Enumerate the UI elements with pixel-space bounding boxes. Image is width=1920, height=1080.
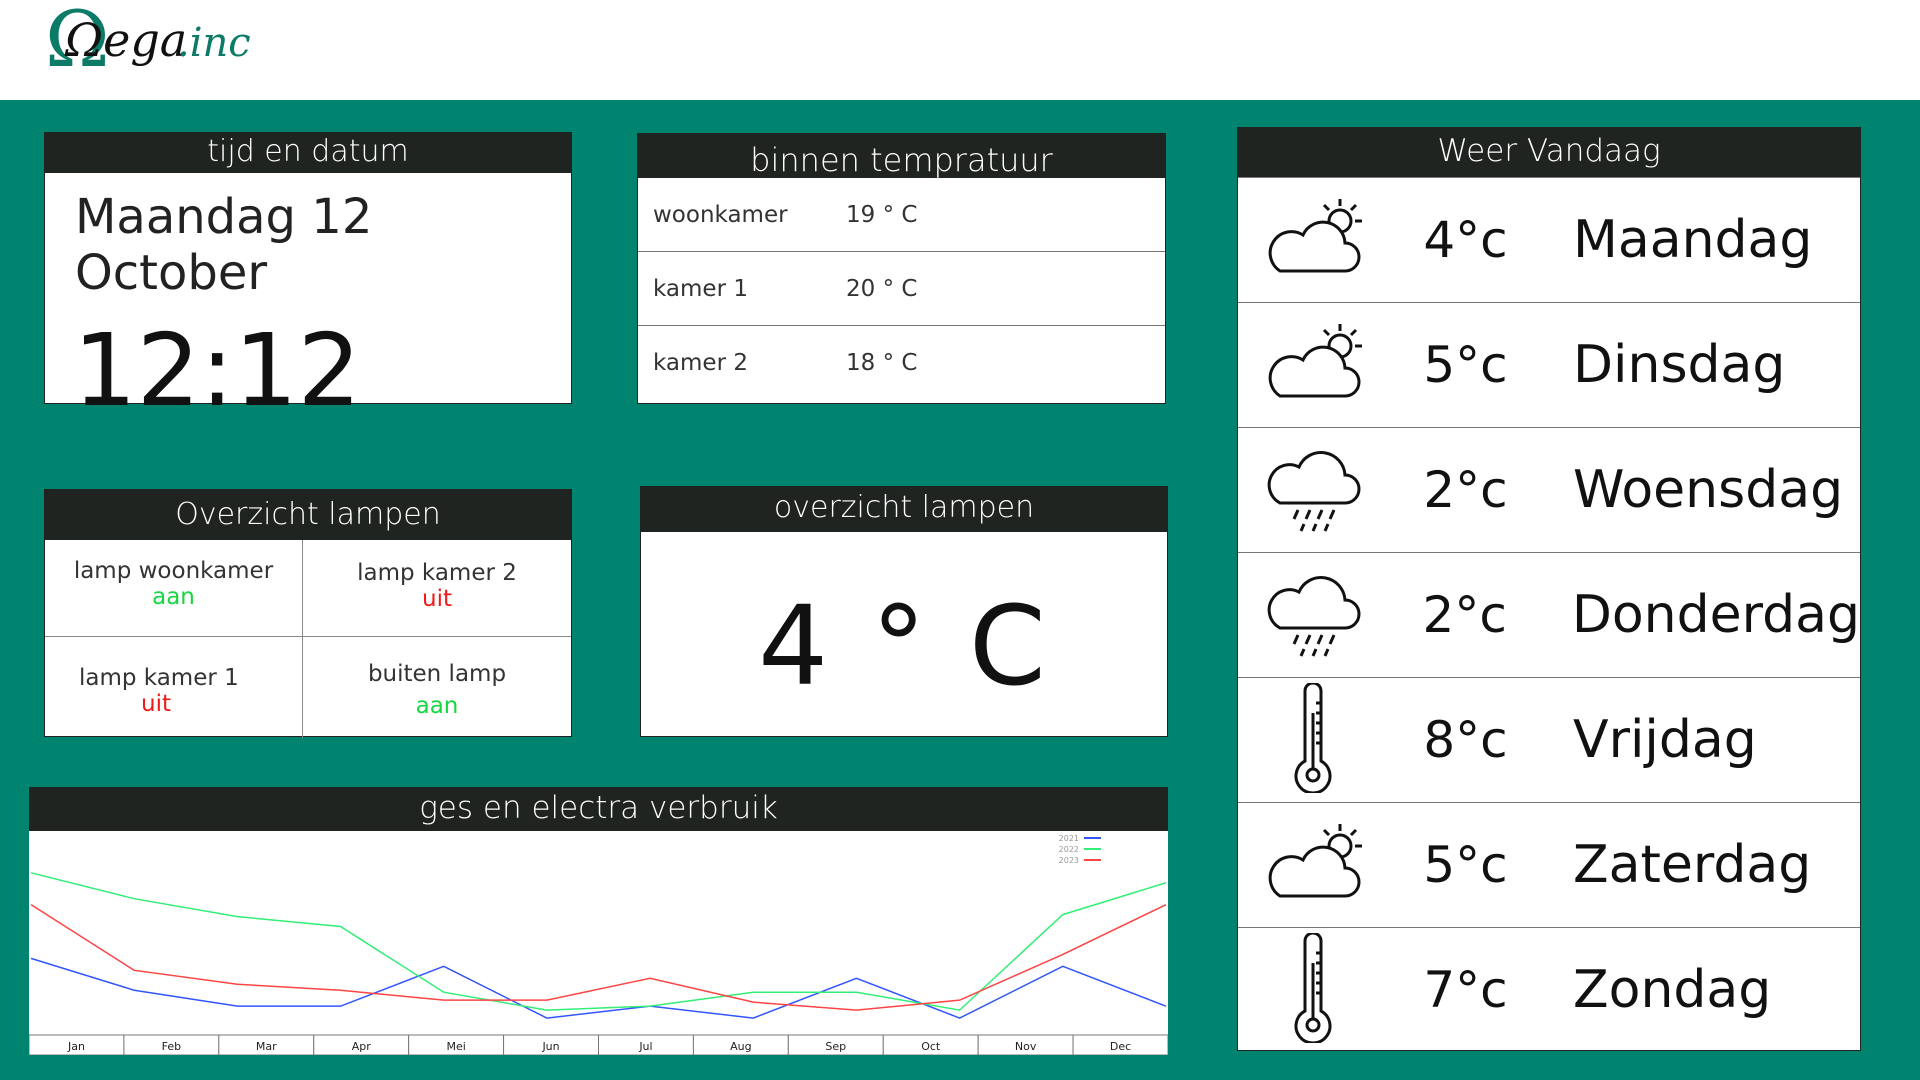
room-temp: 18 ° C (846, 350, 918, 376)
x-tick-label: Dec (1110, 1040, 1131, 1053)
weather-temp: 2°c (1423, 461, 1508, 519)
weather-day-row: 2°c Donderdag (1238, 552, 1860, 677)
weather-temp: 5°c (1423, 336, 1508, 394)
x-tick-label: Aug (730, 1040, 751, 1053)
overview-value: 4 ° C (758, 582, 1050, 710)
indoor-title: binnen tempratuur (638, 134, 1165, 179)
date-text: Maandag 12 October (75, 189, 373, 301)
x-tick-label: Oct (921, 1040, 941, 1053)
lamp-name: buiten lamp (367, 661, 507, 687)
datetime-title: tijd en datum (45, 133, 571, 173)
room-temp: 19 ° C (846, 201, 918, 228)
table-row: woonkamer 19 ° C (638, 178, 1165, 252)
rain-cloud-icon (1238, 563, 1378, 667)
rain-cloud-icon (1238, 438, 1378, 542)
x-tick-label: Apr (352, 1040, 372, 1053)
x-tick-label: Mar (256, 1040, 277, 1053)
lamp-state: aan (415, 693, 459, 719)
usage-chart: 2021 2022 2023 Jan Feb Mar Apr Mei Jun Jul Aug Sep O… (29, 831, 1168, 1055)
weather-day: Woensdag (1573, 460, 1844, 520)
legend-label: 2021 (1059, 834, 1079, 843)
table-row: kamer 2 18 ° C (638, 326, 1165, 400)
weather-day: Dinsdag (1573, 335, 1786, 395)
weather-day-row: 7°c Zondag (1238, 927, 1860, 1052)
weather-day-row: 4°c Maandag (1238, 177, 1860, 302)
lamp-name: lamp woonkamer (73, 558, 274, 584)
legend-label: 2022 (1059, 845, 1079, 854)
x-tick-label: Jun (541, 1040, 559, 1053)
x-tick-label: Jan (67, 1040, 85, 1053)
svg-text:Ωega: Ωega (64, 13, 187, 67)
top-bar: Ω Ωega .inc (0, 0, 1920, 100)
lamp-name: lamp kamer 1 (79, 665, 239, 691)
datetime-panel: tijd en datum Maandag 12 October 12:12 (44, 132, 572, 421)
room-name: kamer 2 (653, 350, 748, 376)
weather-day: Donderdag (1571, 585, 1860, 645)
omega-logo: Ω Ωega .inc (45, 4, 251, 85)
indoor-temperature-panel: binnen tempratuur woonkamer 19 ° C kamer … (637, 133, 1166, 404)
weather-temp: 5°c (1423, 836, 1508, 894)
lamp-buiten[interactable]: buiten lamp aan (303, 637, 571, 738)
legend-label: 2023 (1059, 856, 1079, 865)
weather-panel: Weer Vandaag 4°c Maandag 5°c Dinsdag 2°c Woen… (1237, 127, 1861, 1051)
partly-cloudy-icon (1238, 191, 1378, 290)
lamp-state: aan (152, 584, 195, 610)
lamp-woonkamer[interactable]: lamp woonkamer aan (45, 540, 303, 637)
weather-temp: 2°c (1422, 586, 1507, 644)
room-name: woonkamer (653, 201, 788, 228)
weather-title: Weer Vandaag (1238, 128, 1860, 177)
weather-day-row: 8°c Vrijdag (1238, 677, 1860, 802)
weather-day: Maandag (1573, 210, 1813, 270)
room-temp: 20 ° C (846, 275, 918, 302)
lamp-state: uit (141, 691, 171, 717)
usage-chart-panel: ges en electra verbruik 2021 2022 2023 Jan F… (29, 787, 1168, 1055)
thermometer-icon (1238, 681, 1378, 797)
weather-day: Zaterdag (1573, 835, 1812, 895)
x-tick-label: Nov (1015, 1040, 1037, 1053)
chart-title: ges en electra verbruik (29, 787, 1168, 831)
x-tick-label: Mei (446, 1040, 465, 1053)
x-tick-label: Sep (825, 1040, 846, 1053)
room-name: kamer 1 (653, 275, 748, 302)
lamp-kamer-2[interactable]: lamp kamer 2 uit (303, 540, 571, 637)
overview-title: overzicht lampen (641, 487, 1167, 532)
table-row: kamer 1 20 ° C (638, 252, 1165, 326)
weather-temp: 8°c (1423, 711, 1508, 769)
weather-day: Zondag (1573, 960, 1772, 1020)
svg-text:.inc: .inc (177, 20, 251, 66)
lamps-title: Overzicht lampen (45, 490, 571, 540)
weather-temp: 4°c (1423, 211, 1508, 269)
weather-day-row: 5°c Dinsdag (1238, 302, 1860, 427)
x-tick-label: Feb (162, 1040, 181, 1053)
lamps-panel: Overzicht lampen lamp woonkamer aan lamp … (44, 489, 572, 738)
overview-panel: overzicht lampen 4 ° C (640, 486, 1168, 737)
lamp-state: uit (422, 586, 452, 612)
lamp-name: lamp kamer 2 (357, 560, 517, 586)
weather-day-row: 2°c Woensdag (1238, 427, 1860, 552)
partly-cloudy-icon (1238, 816, 1378, 915)
time-text: 12:12 (73, 312, 362, 429)
weather-temp: 7°c (1423, 961, 1508, 1019)
lamp-kamer-1[interactable]: lamp kamer 1 uit (45, 637, 303, 738)
thermometer-icon (1238, 931, 1378, 1047)
plot-area (29, 831, 1168, 1055)
x-tick-label: Jul (638, 1040, 652, 1053)
weather-day: Vrijdag (1573, 710, 1757, 770)
weather-day-row: 5°c Zaterdag (1238, 802, 1860, 927)
partly-cloudy-icon (1238, 316, 1378, 415)
